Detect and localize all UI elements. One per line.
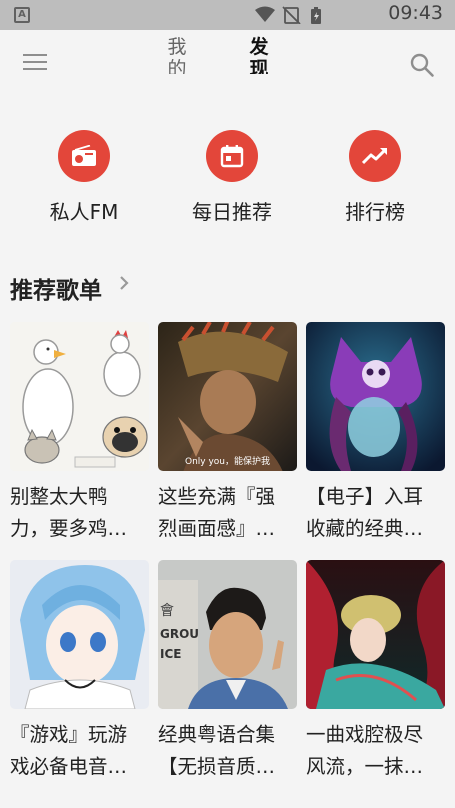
ranking-entry[interactable]: 排行榜 — [300, 130, 450, 225]
search-icon[interactable] — [409, 52, 435, 78]
app-bar: 我的 发现 — [0, 30, 455, 100]
quick-entry-label: 每日推荐 — [192, 200, 272, 224]
section-title-recommend[interactable]: 推荐歌单 — [10, 271, 102, 305]
calendar-icon — [206, 130, 258, 182]
playlist-title: 『游戏』玩游 戏必备电音… — [10, 723, 128, 778]
cover-caption: Only you，能保护我 — [184, 457, 270, 467]
radio-icon — [58, 130, 110, 182]
playlist-title: 一曲戏腔极尽 风流，一抹… — [306, 723, 424, 778]
notification-app-icon: A — [14, 7, 30, 23]
menu-icon[interactable] — [23, 54, 47, 74]
playlist-title: 这些充满『强 烈画面感』… — [158, 485, 276, 540]
battery-icon — [311, 7, 321, 24]
playlist-title: 【电子】入耳 收藏的经典… — [306, 485, 424, 540]
quick-entry-label: 排行榜 — [345, 200, 405, 224]
playlist-cover — [10, 560, 149, 709]
status-icons — [255, 6, 321, 24]
tab-mine[interactable]: 我的 — [166, 36, 188, 74]
no-sim-icon — [282, 6, 301, 24]
tab-discover[interactable]: 发现 — [248, 36, 270, 74]
playlist-card[interactable]: 一曲戏腔极尽 风流，一抹… — [306, 560, 445, 783]
quick-entry-label: 私人FM — [49, 200, 119, 224]
daily-recommend-entry[interactable]: 每日推荐 — [157, 130, 307, 225]
private-fm-entry[interactable]: 私人FM — [9, 130, 159, 225]
playlist-cover — [306, 560, 445, 709]
playlist-card[interactable]: 别整太大鸭 力，要多鸡… — [10, 322, 149, 545]
chevron-right-icon[interactable] — [118, 275, 130, 291]
playlist-cover: Only you，能保护我 — [158, 322, 297, 471]
playlist-card[interactable]: 【电子】入耳 收藏的经典… — [306, 322, 445, 545]
playlist-title: 经典粤语合集 【无损音质… — [158, 723, 276, 778]
clock: 09:43 — [388, 2, 443, 24]
wifi-icon — [255, 6, 275, 22]
sign-text: GROU — [160, 627, 199, 641]
trending-icon — [349, 130, 401, 182]
playlist-title: 别整太大鸭 力，要多鸡… — [10, 485, 128, 540]
sign-text: ICE — [160, 647, 181, 661]
playlist-cover — [306, 322, 445, 471]
playlist-card[interactable]: 『游戏』玩游 戏必备电音… — [10, 560, 149, 783]
playlist-cover: 會 GROU ICE — [158, 560, 297, 709]
playlist-cover — [10, 322, 149, 471]
playlist-card[interactable]: Only you，能保护我 这些充满『强 烈画面感』… — [158, 322, 297, 545]
sign-text: 會 — [160, 603, 174, 619]
status-bar: A 09:43 — [0, 0, 455, 30]
playlist-card[interactable]: 會 GROU ICE 经典粤语合集 【无损音质… — [158, 560, 297, 783]
